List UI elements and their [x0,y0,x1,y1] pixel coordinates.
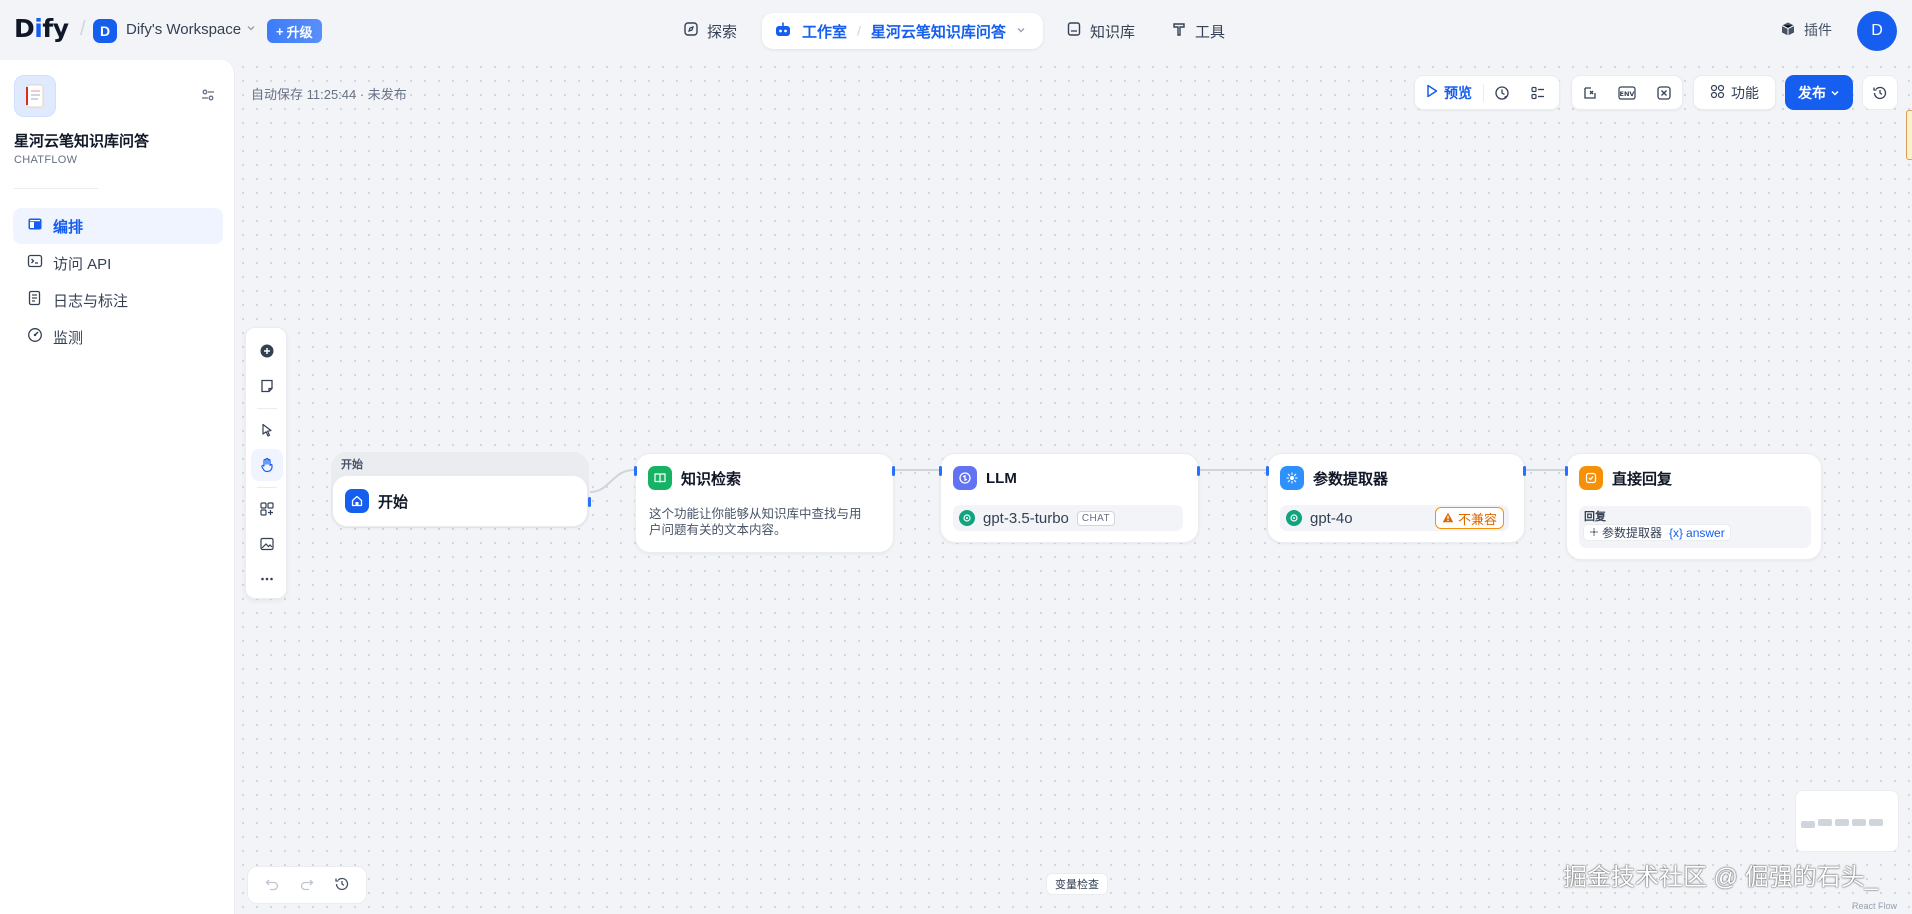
warning-label: 不兼容 [1458,511,1498,527]
minimap-node [1801,821,1815,828]
minimap-node [1835,819,1849,826]
input-handle[interactable] [634,466,637,476]
llm-model-selector[interactable]: gpt-3.5-turbo CHAT [953,505,1183,531]
undo-redo-bar [247,866,367,904]
answer-node-title: 直接回复 [1612,470,1673,488]
extractor-model-name: gpt-4o [1310,509,1353,527]
llm-node-header: LLM [953,466,1017,490]
parameter-extractor-node[interactable]: 参数提取器 gpt-4o 不兼容 [1266,453,1526,543]
undo-icon[interactable] [264,876,280,895]
knowledge-node-description: 这个功能让你能够从知识库中查找与用 户问题有关的文本内容。 [649,506,862,538]
output-handle[interactable] [588,497,591,507]
edge-start-knowledge [589,469,635,493]
model-mode-tag: CHAT [1076,510,1115,526]
answer-field[interactable]: 回复 参数提取器 {x} answer [1579,506,1811,548]
reply-icon [1579,466,1603,490]
variable-name: answer [1686,525,1725,540]
start-node-title: 开始 [378,493,409,511]
output-handle[interactable] [892,466,895,476]
extractor-node-title: 参数提取器 [1313,470,1389,488]
history-icon[interactable] [334,876,350,895]
brain-icon [953,466,977,490]
llm-node[interactable]: LLM gpt-3.5-turbo CHAT [939,453,1200,543]
llm-model-name: gpt-3.5-turbo [983,509,1069,527]
input-handle[interactable] [1565,466,1568,476]
incompatible-warning-badge[interactable]: 不兼容 [1435,507,1505,529]
extractor-small-icon [1589,526,1599,540]
start-node[interactable]: 开始 [332,475,591,527]
description-line: 户问题有关的文本内容。 [649,523,787,537]
warning-icon [1442,511,1454,526]
minimap[interactable] [1795,790,1899,852]
home-icon [345,489,369,513]
output-handle[interactable] [1197,466,1200,476]
openai-icon [959,510,975,526]
start-node-header: 开始 [345,489,408,513]
extractor-icon [1280,466,1304,490]
knowledge-retrieval-node[interactable]: 知识检索 这个功能让你能够从知识库中查找与用 户问题有关的文本内容。 [634,453,895,553]
start-node-caption: 开始 [341,459,363,471]
direct-answer-node[interactable]: 直接回复 回复 参数提取器 {x} answer [1565,453,1822,560]
react-flow-attribution[interactable]: React Flow [1852,901,1897,911]
description-line: 这个功能让你能够从知识库中查找与用 [649,507,862,521]
input-handle[interactable] [939,466,942,476]
minimap-node [1869,819,1883,826]
redo-icon[interactable] [299,876,315,895]
answer-node-header: 直接回复 [1579,466,1672,490]
knowledge-node-header: 知识检索 [648,466,741,490]
watermark: 掘金技术社区 @ 倔强的石头_ [1563,864,1879,891]
answer-variable-chip[interactable]: 参数提取器 {x} answer [1583,524,1731,541]
input-handle[interactable] [1266,466,1269,476]
variable-prefix: {x} [1669,525,1684,540]
answer-field-label: 回复 [1584,511,1606,523]
variable-source-node: 参数提取器 [1602,526,1663,540]
knowledge-node-title: 知识检索 [681,470,742,488]
extractor-node-header: 参数提取器 [1280,466,1388,490]
openai-icon [1286,510,1302,526]
book-open-icon [648,466,672,490]
variable-check-button[interactable]: 变量检查 [1046,873,1108,895]
output-handle[interactable] [1523,466,1526,476]
llm-node-title: LLM [986,469,1017,487]
minimap-node [1852,819,1866,826]
minimap-node [1818,819,1832,826]
